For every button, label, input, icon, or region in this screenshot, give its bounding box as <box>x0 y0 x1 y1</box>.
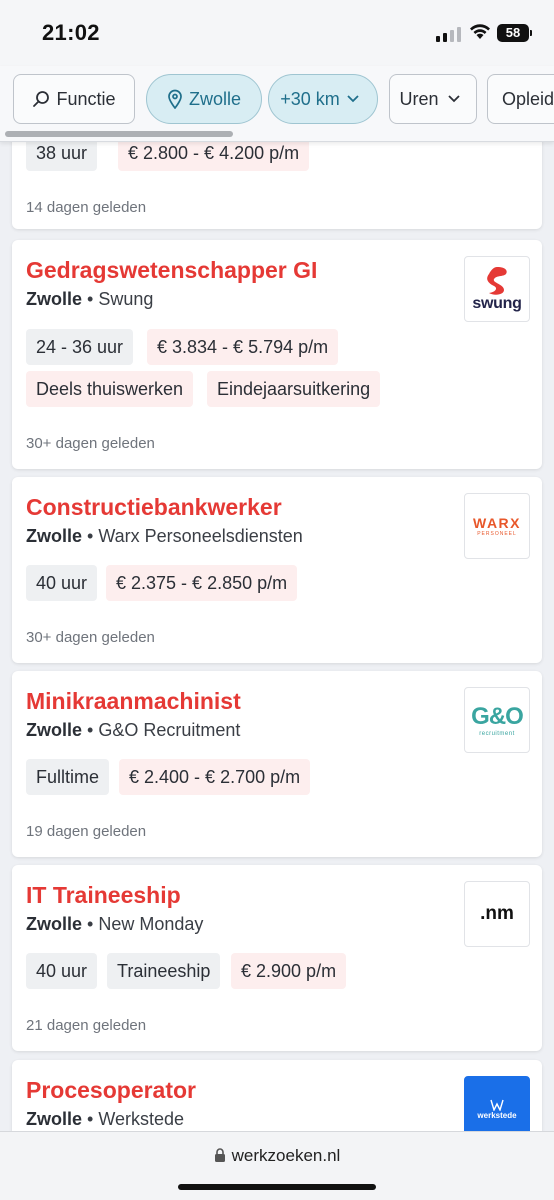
posted-date: 30+ dagen geleden <box>26 435 155 452</box>
browser-address-bar[interactable]: werkzoeken.nl <box>0 1131 554 1200</box>
location-filter-label: Zwolle <box>188 88 241 109</box>
go-logo-text: G&O <box>471 703 524 730</box>
wifi-icon <box>470 24 490 39</box>
function-filter-button[interactable]: Functie <box>13 74 135 124</box>
status-bar: 21:02 58 <box>0 0 554 66</box>
job-location-company: Zwolle • G&O Recruitment <box>26 720 241 740</box>
job-card[interactable]: Minikraanmachinist Zwolle • G&O Recruitm… <box>12 671 542 857</box>
job-location: Zwolle <box>26 289 83 309</box>
job-location: Zwolle <box>26 914 83 934</box>
hours-tag: 40 uur <box>26 565 98 601</box>
company-logo[interactable]: G&O recruitment <box>464 687 530 753</box>
salary-tag: € 3.834 - € 5.794 p/m <box>147 329 339 365</box>
url-display[interactable]: werkzoeken.nl <box>0 1146 554 1166</box>
werkstede-logo-mark <box>490 1099 504 1111</box>
job-location: Zwolle <box>26 1109 83 1129</box>
salary-tag: € 2.400 - € 2.700 p/m <box>119 759 311 795</box>
chevron-down-icon <box>347 95 359 103</box>
company-logo[interactable]: swung <box>464 256 530 322</box>
go-logo-subtext: recruitment <box>479 731 515 737</box>
filter-bar[interactable]: Functie Zwolle +30 km Uren Opleiding <box>0 66 554 142</box>
company-name: New Monday <box>98 914 204 934</box>
job-card[interactable]: Gedragswetenschapper GI Zwolle • Swung 2… <box>12 240 542 469</box>
benefit-tag: Eindejaarsuitkering <box>207 371 381 407</box>
distance-filter-button[interactable]: +30 km <box>268 74 378 124</box>
job-title[interactable]: Minikraanmachinist <box>26 688 241 715</box>
job-card[interactable]: IT Traineeship Zwolle • New Monday 40 uu… <box>12 865 542 1051</box>
warx-logo-subtext: PERSONEEL <box>477 531 517 537</box>
job-location-company: Zwolle • Werkstede <box>26 1109 185 1129</box>
swung-logo-mark <box>487 267 507 295</box>
job-title[interactable]: Constructiebankwerker <box>26 494 282 521</box>
posted-date: 19 dagen geleden <box>26 823 147 840</box>
horizontal-scrollbar[interactable] <box>5 131 233 137</box>
job-title[interactable]: Procesoperator <box>26 1077 196 1104</box>
education-filter-label: Opleiding <box>502 88 554 109</box>
education-filter-button[interactable]: Opleiding <box>487 74 554 124</box>
posted-date: 21 dagen geleden <box>26 1017 147 1034</box>
hours-tag: 40 uur <box>26 953 98 989</box>
job-location: Zwolle <box>26 720 83 740</box>
location-filter-button[interactable]: Zwolle <box>146 74 262 124</box>
posted-date: 14 dagen geleden <box>26 199 147 216</box>
job-location-company: Zwolle • Warx Personeelsdiensten <box>26 526 303 546</box>
hours-filter-button[interactable]: Uren <box>389 74 477 124</box>
salary-tag: € 2.900 p/m <box>231 953 347 989</box>
newmonday-logo-text: .nm <box>480 903 514 924</box>
location-pin-icon <box>168 89 182 109</box>
battery-icon: 58 <box>497 24 532 42</box>
swung-logo-text: swung <box>472 295 522 312</box>
job-location-company: Zwolle • New Monday <box>26 914 204 934</box>
hours-filter-label: Uren <box>399 88 439 109</box>
job-location-company: Zwolle • Swung <box>26 289 154 309</box>
job-title[interactable]: Gedragswetenschapper GI <box>26 257 317 284</box>
distance-filter-label: +30 km <box>280 88 340 109</box>
chevron-down-icon <box>447 95 460 103</box>
salary-tag: € 2.375 - € 2.850 p/m <box>106 565 298 601</box>
hours-tag: 24 - 36 uur <box>26 329 134 365</box>
cellular-signal-icon <box>436 26 461 42</box>
company-logo[interactable]: .nm <box>464 881 530 947</box>
werkstede-logo-text: werkstede <box>477 1110 517 1120</box>
function-filter-label: Functie <box>56 88 116 109</box>
status-time: 21:02 <box>42 20 100 45</box>
hours-tag: Fulltime <box>26 759 110 795</box>
warx-logo-text: WARX <box>473 515 521 531</box>
lock-icon <box>214 1148 225 1162</box>
job-location: Zwolle <box>26 526 83 546</box>
home-indicator[interactable] <box>178 1184 376 1190</box>
search-icon <box>33 91 50 107</box>
job-card[interactable]: Constructiebankwerker Zwolle • Warx Pers… <box>12 477 542 663</box>
url-text: werkzoeken.nl <box>231 1146 341 1165</box>
contract-tag: Traineeship <box>107 953 221 989</box>
posted-date: 30+ dagen geleden <box>26 629 155 646</box>
benefit-tag: Deels thuiswerken <box>26 371 194 407</box>
company-name: Werkstede <box>98 1109 185 1129</box>
company-name: Swung <box>98 289 154 309</box>
company-name: G&O Recruitment <box>98 720 241 740</box>
job-title[interactable]: IT Traineeship <box>26 882 181 909</box>
company-logo[interactable]: WARX PERSONEEL <box>464 493 530 559</box>
company-name: Warx Personeelsdiensten <box>98 526 303 546</box>
